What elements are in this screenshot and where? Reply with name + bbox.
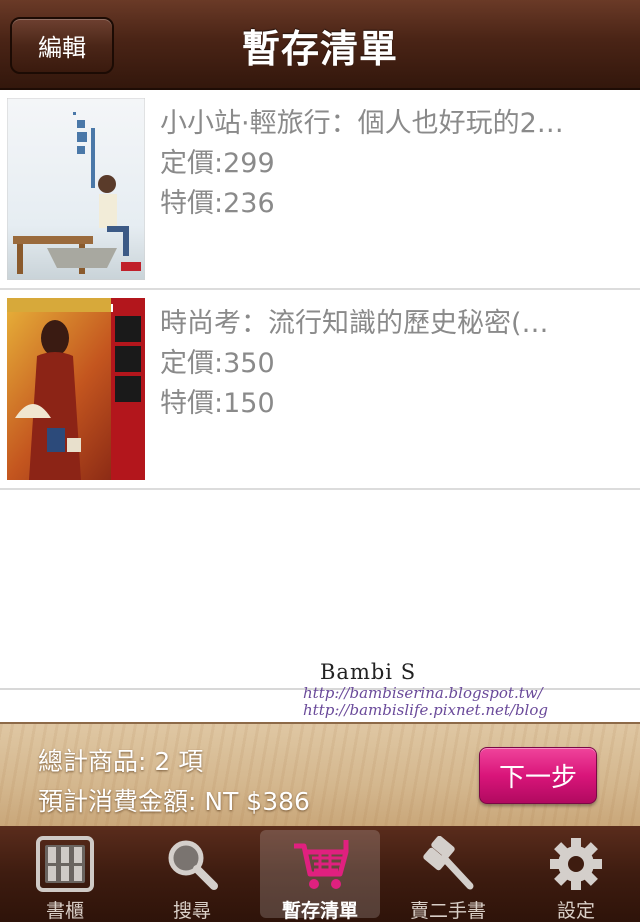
estimated-amount-text: 預計消費金額: NT $386 <box>38 787 310 816</box>
order-summary-panel: 總計商品: 2 項 預計消費金額: NT $386 下一步 <box>0 722 640 826</box>
gear-icon <box>550 838 602 890</box>
book-cover-image <box>7 98 145 280</box>
tab-label: 搜尋 <box>172 900 211 922</box>
list-price: 定價:350 <box>160 348 275 379</box>
search-icon <box>168 840 218 890</box>
tab-saved-list[interactable]: 暫存清單 <box>260 830 380 922</box>
saved-book-list: 小小站·輕旅行：個人也好玩的2… 定價:299 特價:236 時尚考：流行知識的… <box>0 90 640 490</box>
tab-sell-used-books[interactable]: 賣二手書 <box>388 830 508 922</box>
book-info: 小小站·輕旅行：個人也好玩的2… 定價:299 特價:236 <box>160 104 630 224</box>
watermark-url: http://bambiserina.blogspot.tw/ <box>303 684 543 702</box>
tab-label: 暫存清單 <box>281 900 358 922</box>
tab-bar: 書櫃 搜尋 暫存清單 賣二手書 設定 <box>0 826 640 922</box>
tab-label: 設定 <box>556 900 595 922</box>
watermark-name: Bambi S <box>320 660 417 684</box>
page-title: 暫存清單 <box>241 27 398 71</box>
list-item[interactable]: 小小站·輕旅行：個人也好玩的2… 定價:299 特價:236 <box>0 90 640 290</box>
tab-bookshelf[interactable]: 書櫃 <box>5 830 125 922</box>
book-info: 時尚考：流行知識的歷史秘密(… 定價:350 特價:150 <box>160 304 630 424</box>
list-item[interactable]: 時尚考：流行知識的歷史秘密(… 定價:350 特價:150 <box>0 290 640 490</box>
watermark-url: http://bambislife.pixnet.net/blog <box>303 701 548 719</box>
sale-price: 特價:236 <box>160 188 275 219</box>
sale-price: 特價:150 <box>160 388 275 419</box>
book-cover-image <box>7 298 145 480</box>
tab-settings[interactable]: 設定 <box>516 830 636 922</box>
book-title: 時尚考：流行知識的歷史秘密(… <box>160 308 549 339</box>
tab-search[interactable]: 搜尋 <box>132 830 252 922</box>
cart-icon <box>294 840 349 889</box>
navigation-bar: 編輯 暫存清單 <box>0 0 640 90</box>
next-step-button[interactable]: 下一步 <box>479 747 597 804</box>
tab-label: 書櫃 <box>45 900 84 922</box>
tab-label: 賣二手書 <box>409 900 486 922</box>
bookshelf-icon <box>36 836 94 892</box>
list-price: 定價:299 <box>160 148 275 179</box>
gavel-icon <box>423 836 474 890</box>
book-title: 小小站·輕旅行：個人也好玩的2… <box>160 108 564 139</box>
total-items-text: 總計商品: 2 項 <box>38 747 204 776</box>
